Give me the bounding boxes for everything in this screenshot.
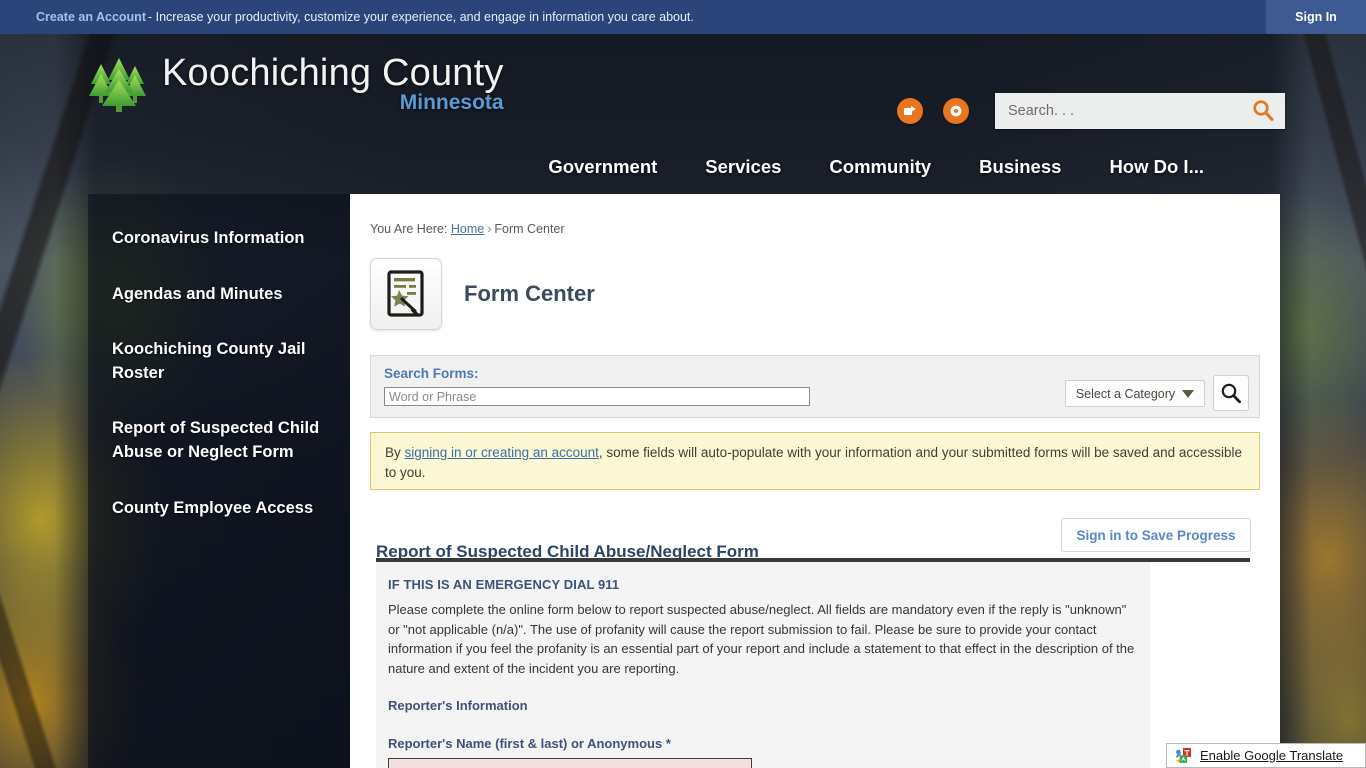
sidebar-item-jail-roster[interactable]: Koochiching County Jail Roster (88, 337, 350, 385)
sidebar-item-coronavirus-information[interactable]: Coronavirus Information (88, 226, 350, 250)
pine-trees-icon (89, 58, 146, 112)
search-forms-button[interactable] (1213, 375, 1249, 411)
page-header: Form Center (370, 258, 595, 330)
chevron-down-icon (1182, 389, 1195, 398)
reporter-name-label: Reporter's Name (first & last) or Anonym… (388, 736, 671, 751)
form-center-icon (370, 258, 442, 330)
google-translate-label: Enable Google Translate (1200, 748, 1344, 763)
share-icon[interactable] (897, 98, 923, 124)
logo-subtitle: Minnesota (399, 91, 504, 114)
sidebar-item-county-employee-access[interactable]: County Employee Access (88, 496, 350, 520)
google-translate-badge[interactable]: Enable Google Translate (1166, 743, 1366, 768)
sidebar-item-child-abuse-report-form[interactable]: Report of Suspected Child Abuse or Negle… (88, 416, 350, 464)
logo-title: Koochiching County (162, 52, 504, 94)
top-account-bar-tagline: - Increase your productivity, customize … (147, 10, 694, 24)
google-translate-icon (1176, 748, 1191, 763)
reporter-name-input[interactable] (388, 758, 752, 768)
search-forms-input[interactable] (384, 387, 810, 406)
select-category-label: Select a Category (1075, 386, 1176, 401)
site-logo[interactable]: Koochiching County Minnesota (88, 52, 504, 114)
nav-item-community[interactable]: Community (827, 152, 933, 182)
sign-in-button[interactable]: Sign In (1266, 0, 1366, 34)
search-forms-panel: Search Forms: Select a Category (370, 355, 1260, 418)
gear-glyph (950, 105, 962, 117)
page-title: Form Center (464, 281, 595, 306)
top-account-bar-message: Create an Account - Increase your produc… (36, 0, 694, 34)
search-icon (1253, 99, 1274, 121)
breadcrumb-prefix: You Are Here: (370, 222, 448, 236)
sidebar-item-agendas-and-minutes[interactable]: Agendas and Minutes (88, 282, 350, 306)
site-search-box (995, 93, 1285, 129)
site-search-button[interactable] (1241, 94, 1285, 128)
emergency-notice: IF THIS IS AN EMERGENCY DIAL 911 (388, 577, 620, 592)
nav-item-how-do-i[interactable]: How Do I... (1107, 152, 1206, 182)
form-instructions: Please complete the online form below to… (388, 602, 1135, 676)
sidebar-navigation: Coronavirus Information Agendas and Minu… (88, 194, 350, 768)
site-search-input[interactable] (995, 94, 1241, 128)
breadcrumb-current: Form Center (494, 222, 565, 236)
notice-lead-text: By (385, 445, 405, 460)
site-header: Koochiching County Minnesota Gove (0, 34, 1366, 194)
main-navigation: Government Services Community Business H… (0, 152, 1286, 182)
main-content: You Are Here: Home › Form Center Form Cent… (350, 194, 1280, 768)
sign-in-to-save-progress-button[interactable]: Sign in to Save Progress (1061, 518, 1251, 552)
select-category-dropdown[interactable]: Select a Category (1065, 380, 1205, 407)
search-forms-label: Search Forms: (384, 366, 479, 381)
breadcrumb: You Are Here: Home › Form Center (370, 222, 565, 236)
nav-item-services[interactable]: Services (703, 152, 783, 182)
top-account-bar: Create an Account - Increase your produc… (0, 0, 1366, 34)
create-account-link[interactable]: Create an Account (36, 10, 146, 24)
signin-notice: By signing in or creating an account, so… (370, 432, 1260, 490)
gear-icon[interactable] (943, 98, 969, 124)
header-icon-group (897, 98, 969, 124)
breadcrumb-home-link[interactable]: Home (451, 222, 484, 236)
form-center-glyph (387, 270, 424, 317)
nav-item-business[interactable]: Business (977, 152, 1063, 182)
share-glyph (904, 106, 916, 115)
signin-or-create-account-link[interactable]: signing in or creating an account (405, 445, 599, 460)
reporter-information-heading: Reporter's Information (388, 698, 528, 713)
breadcrumb-separator: › (487, 222, 492, 236)
search-icon (1221, 383, 1242, 404)
form-body-panel: IF THIS IS AN EMERGENCY DIAL 911 Please … (376, 562, 1150, 768)
nav-item-government[interactable]: Government (546, 152, 659, 182)
